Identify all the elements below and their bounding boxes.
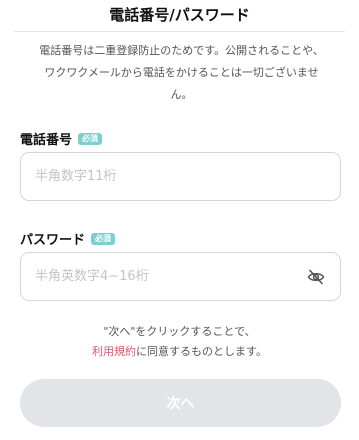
notice-line: ワクワクメールから電話をかけることは一切ございませ [44, 66, 319, 79]
phone-field [20, 152, 341, 201]
phone-label: 電話番号 必須 [20, 129, 103, 148]
terms-line-1: "次へ"をクリックすることで、 [103, 325, 256, 338]
header-divider [14, 31, 345, 32]
password-label-text: パスワード [20, 233, 86, 248]
next-button[interactable]: 次へ [20, 379, 341, 427]
required-badge: 必須 [78, 132, 103, 145]
password-label: パスワード 必須 [20, 229, 116, 248]
phone-password-screen: 電話番号/パスワード 電話番号は二重登録防止のためです。公開されることや、 ワク… [0, 0, 359, 440]
privacy-notice: 電話番号は二重登録防止のためです。公開されることや、 ワクワクメールから電話をか… [22, 40, 341, 106]
terms-notice: "次へ"をクリックすることで、 利用規約に同意するものとします。 [0, 322, 359, 362]
required-badge: 必須 [91, 232, 116, 245]
password-field [20, 252, 341, 301]
password-input[interactable] [21, 253, 340, 300]
terms-line-2-text: に同意するものとします。 [136, 345, 267, 358]
notice-line: ん。 [170, 88, 193, 101]
page-title: 電話番号/パスワード [109, 6, 250, 24]
terms-link[interactable]: 利用規約 [92, 345, 136, 358]
phone-input[interactable] [21, 153, 340, 200]
eye-slash-icon[interactable] [306, 268, 326, 286]
phone-label-text: 電話番号 [20, 133, 73, 148]
terms-line-2: 利用規約に同意するものとします。 [0, 342, 359, 362]
notice-line: 電話番号は二重登録防止のためです。公開されることや、 [39, 44, 324, 57]
